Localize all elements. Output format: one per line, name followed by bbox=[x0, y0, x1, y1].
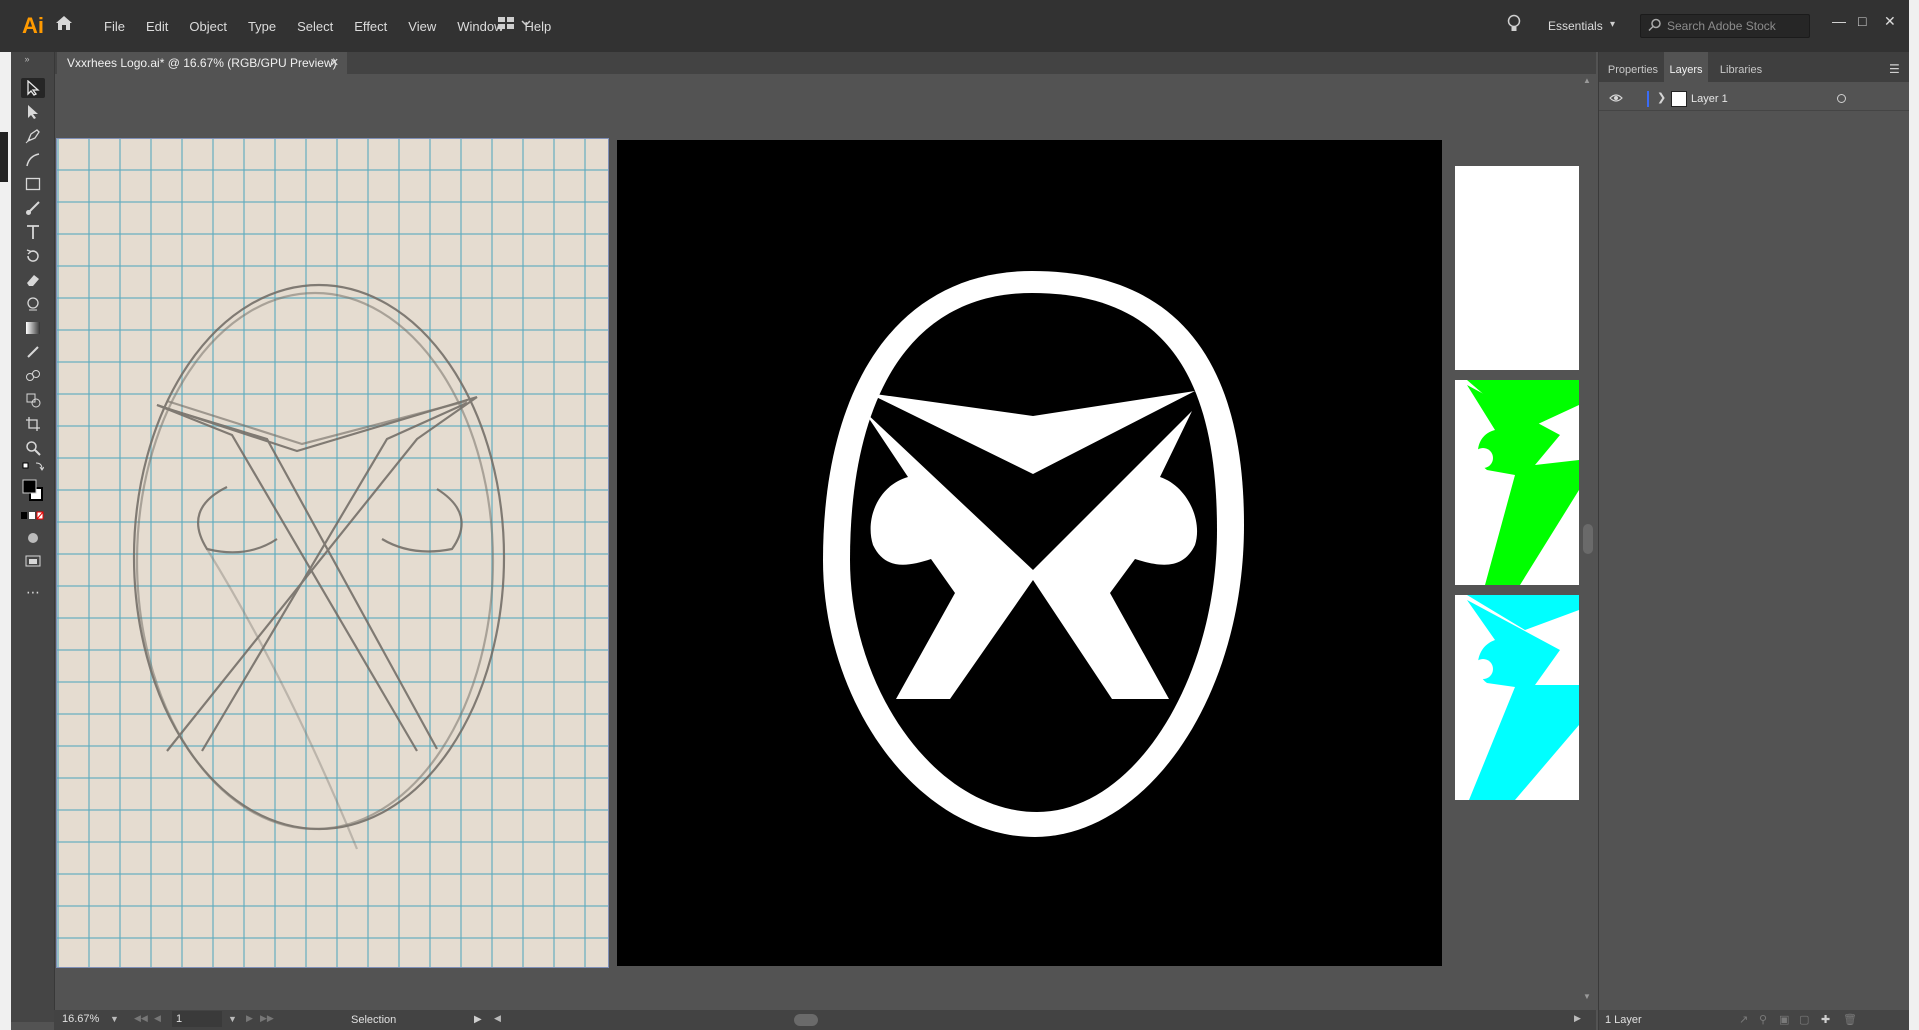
new-sublayer-icon[interactable]: ▢ bbox=[1799, 1013, 1809, 1026]
rectangle-tool-icon[interactable] bbox=[21, 174, 45, 194]
menu-select[interactable]: Select bbox=[297, 19, 333, 34]
app-logo: Ai bbox=[22, 13, 44, 38]
selection-tool-icon[interactable] bbox=[21, 78, 45, 98]
panel-menu-icon[interactable]: ☰ bbox=[1889, 62, 1900, 76]
layer-color-indicator bbox=[1647, 91, 1649, 107]
thumbnail-cyan[interactable] bbox=[1455, 595, 1579, 800]
close-tab-icon[interactable]: ✕ bbox=[330, 56, 339, 69]
placed-sketch-image[interactable] bbox=[56, 138, 609, 968]
menu-view[interactable]: View bbox=[408, 19, 436, 34]
scroll-down-icon[interactable]: ▼ bbox=[1583, 992, 1591, 1001]
clipping-mask-icon[interactable]: ▣ bbox=[1779, 1013, 1789, 1026]
target-layer-icon[interactable] bbox=[1837, 94, 1846, 103]
thumbnail-white[interactable] bbox=[1455, 166, 1579, 370]
menu-bar: Ai File Edit Object Type Select Effect V… bbox=[0, 0, 1919, 52]
width-tool-icon[interactable] bbox=[21, 294, 45, 314]
artboard-tool-icon[interactable] bbox=[21, 414, 45, 434]
tab-libraries[interactable]: Libraries bbox=[1714, 52, 1768, 82]
close-icon[interactable]: ✕ bbox=[1884, 13, 1896, 30]
swap-colors-icon[interactable] bbox=[21, 460, 45, 474]
paintbrush-tool-icon[interactable] bbox=[21, 198, 45, 218]
scroll-up-icon[interactable]: ▲ bbox=[1583, 76, 1591, 85]
vertical-scrollbar[interactable]: ▲ ▼ bbox=[1580, 74, 1596, 1010]
delete-layer-icon[interactable]: 🗑 bbox=[1843, 1013, 1857, 1026]
layer-count: 1 Layer bbox=[1605, 1014, 1642, 1026]
layers-panel-footer: 1 Layer ↗ ⚲ ▣ ▢ ✚ 🗑 bbox=[1599, 1010, 1910, 1030]
menu-file[interactable]: File bbox=[104, 19, 125, 34]
cyan-logo-thumbnail bbox=[1455, 595, 1579, 800]
mask-logo-artwork bbox=[823, 271, 1244, 837]
artboard[interactable] bbox=[617, 140, 1442, 966]
last-artboard-icon[interactable]: ▶▶ bbox=[260, 1013, 274, 1024]
arrange-documents-icon[interactable] bbox=[498, 16, 532, 33]
scroll-left-icon[interactable]: ◀ bbox=[494, 1013, 501, 1024]
menu-object[interactable]: Object bbox=[189, 19, 227, 34]
first-artboard-icon[interactable]: ◀◀ bbox=[134, 1013, 148, 1024]
stock-search[interactable]: Search Adobe Stock bbox=[1640, 14, 1810, 38]
thumbnail-green[interactable] bbox=[1455, 380, 1579, 585]
color-mode-icons[interactable] bbox=[21, 510, 45, 522]
menu-edit[interactable]: Edit bbox=[146, 19, 168, 34]
lightbulb-icon[interactable] bbox=[1507, 14, 1521, 37]
window-edge-left bbox=[0, 52, 11, 1030]
tab-layers[interactable]: Layers bbox=[1664, 52, 1708, 82]
workspace-switcher[interactable]: Essentials bbox=[1548, 19, 1603, 33]
home-icon[interactable] bbox=[55, 15, 73, 34]
previous-artboard-icon[interactable]: ◀ bbox=[154, 1013, 161, 1024]
menu-window[interactable]: Window bbox=[457, 19, 503, 34]
eye-icon[interactable] bbox=[1609, 92, 1623, 106]
chevron-down-icon[interactable]: ▾ bbox=[1610, 19, 1615, 30]
layer-thumbnail bbox=[1671, 91, 1687, 107]
screen-mode-icon[interactable] bbox=[21, 552, 45, 572]
scroll-right-icon[interactable]: ▶ bbox=[1574, 1013, 1581, 1024]
window-edge-right bbox=[1909, 0, 1919, 1030]
zoom-dropdown-icon[interactable]: ▼ bbox=[110, 1014, 119, 1024]
vertical-scroll-thumb[interactable] bbox=[1583, 524, 1593, 554]
type-tool-icon[interactable] bbox=[21, 222, 45, 242]
layers-panel-dock: Properties Layers Libraries ☰ ❯ Layer 1 … bbox=[1598, 52, 1910, 1030]
eyedropper-tool-icon[interactable] bbox=[21, 342, 45, 362]
more-tools-icon[interactable]: ⋯ bbox=[21, 582, 45, 602]
tab-properties[interactable]: Properties bbox=[1605, 52, 1661, 82]
window-edge-block bbox=[0, 132, 8, 182]
document-tab-title: Vxxrhees Logo.ai* @ 16.67% (RGB/GPU Prev… bbox=[67, 56, 337, 70]
menu-effect[interactable]: Effect bbox=[354, 19, 387, 34]
curvature-tool-icon[interactable] bbox=[21, 150, 45, 170]
next-artboard-icon[interactable]: ▶ bbox=[246, 1013, 253, 1024]
gradient-tool-icon[interactable] bbox=[21, 318, 45, 338]
direct-selection-tool-icon[interactable] bbox=[21, 102, 45, 122]
green-logo-thumbnail bbox=[1455, 380, 1579, 585]
blend-tool-icon[interactable] bbox=[21, 366, 45, 386]
artboard-dropdown-icon[interactable]: ▼ bbox=[228, 1014, 237, 1024]
document-tab[interactable]: Vxxrhees Logo.ai* @ 16.67% (RGB/GPU Prev… bbox=[57, 52, 347, 74]
draw-mode-icon[interactable] bbox=[21, 528, 45, 548]
panel-tabs: Properties Layers Libraries ☰ bbox=[1599, 52, 1910, 82]
minimize-icon[interactable]: — bbox=[1832, 13, 1846, 29]
layer-row[interactable]: ❯ Layer 1 bbox=[1599, 88, 1910, 111]
artboard-number-field[interactable]: 1 bbox=[172, 1011, 222, 1027]
rotate-tool-icon[interactable] bbox=[21, 246, 45, 266]
horizontal-scroll-thumb[interactable] bbox=[794, 1014, 818, 1026]
pencil-sketch-drawing bbox=[132, 283, 506, 850]
status-mode-label: Selection bbox=[351, 1014, 397, 1026]
zoom-tool-icon[interactable] bbox=[21, 438, 45, 458]
pen-tool-icon[interactable] bbox=[21, 126, 45, 146]
maximize-icon[interactable]: □ bbox=[1858, 13, 1866, 29]
new-layer-icon[interactable]: ✚ bbox=[1821, 1013, 1830, 1026]
layer-name[interactable]: Layer 1 bbox=[1691, 93, 1728, 105]
locate-object-icon[interactable]: ⚲ bbox=[1759, 1013, 1767, 1026]
collapse-toolbar-icon[interactable]: » bbox=[15, 54, 39, 64]
expand-layer-icon[interactable]: ❯ bbox=[1657, 91, 1666, 104]
shape-builder-tool-icon[interactable] bbox=[21, 390, 45, 410]
menu-type[interactable]: Type bbox=[248, 19, 276, 34]
eraser-tool-icon[interactable] bbox=[21, 270, 45, 290]
search-icon bbox=[1648, 18, 1662, 35]
document-tab-bar: Vxxrhees Logo.ai* @ 16.67% (RGB/GPU Prev… bbox=[54, 52, 1596, 74]
fill-stroke-swatch[interactable] bbox=[21, 476, 45, 504]
status-menu-icon[interactable]: ▶ bbox=[474, 1014, 482, 1025]
tools-panel: » ⋯ bbox=[11, 52, 55, 1022]
status-bar: 16.67% ▼ ◀◀ ◀ 1 ▼ ▶ ▶▶ Selection ▶ ◀ ▶ bbox=[54, 1010, 1596, 1030]
export-icon[interactable]: ↗ bbox=[1739, 1013, 1748, 1026]
search-placeholder: Search Adobe Stock bbox=[1667, 19, 1776, 33]
